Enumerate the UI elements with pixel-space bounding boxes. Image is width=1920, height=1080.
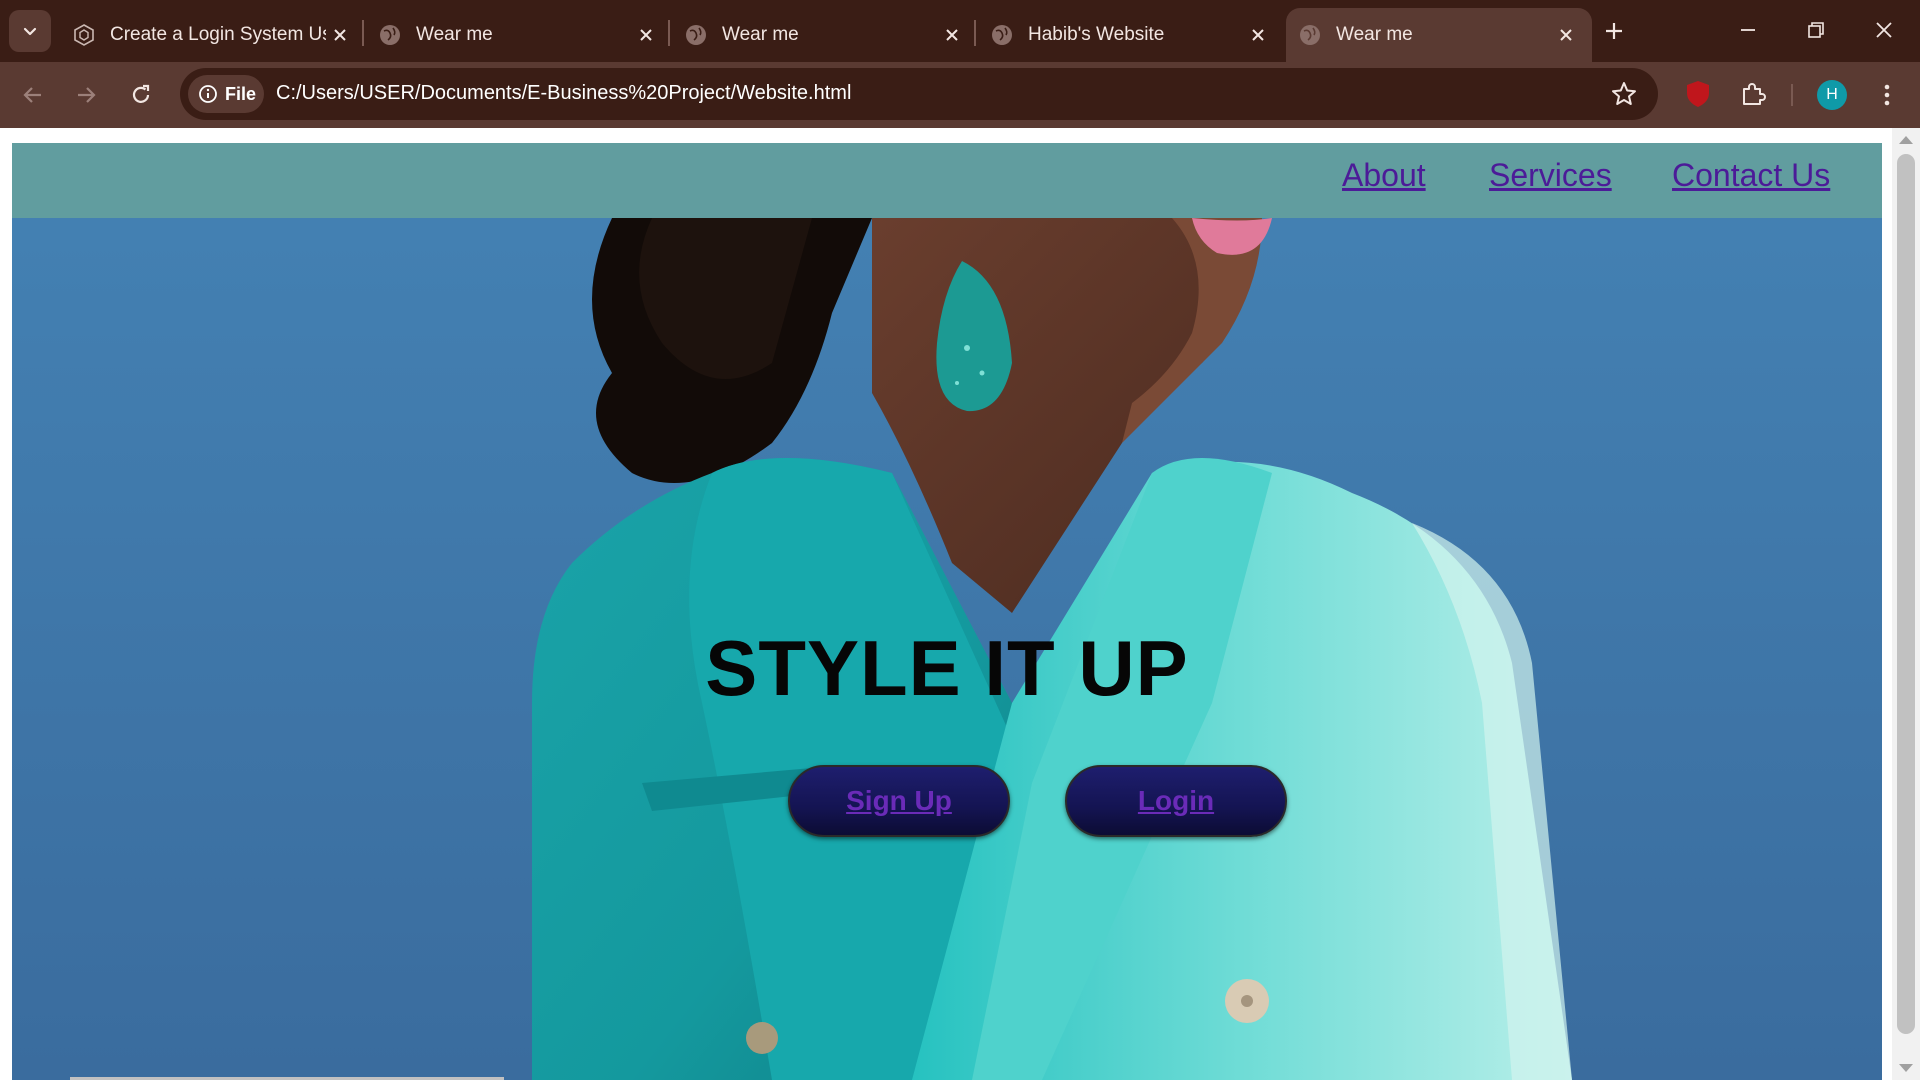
scroll-down-arrow-icon[interactable] (1899, 1064, 1913, 1072)
nav-link-contact-us[interactable]: Contact Us (1672, 157, 1830, 194)
tab-wear-me-active[interactable]: Wear me (1286, 8, 1592, 62)
site-info-chip[interactable]: File (188, 75, 264, 113)
plus-icon (1606, 23, 1622, 39)
scrollbar-thumb[interactable] (1897, 154, 1915, 1034)
close-icon[interactable] (1552, 21, 1580, 49)
arrow-right-icon (78, 87, 96, 103)
hero-section: About Services Contact Us STYLE IT UP Si… (12, 143, 1882, 1080)
puzzle-icon (1743, 83, 1766, 105)
reload-icon (132, 84, 150, 103)
new-tab-button[interactable] (1597, 14, 1631, 48)
reload-button[interactable] (122, 76, 160, 114)
tab-title: Wear me (416, 24, 493, 45)
profile-avatar[interactable]: H (1817, 80, 1847, 110)
globe-icon (380, 25, 400, 45)
hero-title: STYLE IT UP (705, 624, 1189, 712)
kebab-menu-icon (1884, 84, 1890, 106)
close-icon[interactable] (1244, 21, 1272, 49)
restore-button[interactable] (1786, 8, 1846, 52)
globe-icon (992, 25, 1012, 45)
vertical-scrollbar[interactable] (1892, 128, 1920, 1080)
url-text[interactable]: C:/Users/USER/Documents/E-Business%20Pro… (276, 82, 851, 105)
tab-wear-me-1[interactable]: Wear me (366, 8, 672, 62)
globe-icon (1300, 25, 1320, 45)
close-icon[interactable] (632, 21, 660, 49)
tab-search-button[interactable] (9, 10, 51, 52)
scroll-up-arrow-icon[interactable] (1899, 136, 1913, 144)
back-button[interactable] (14, 76, 52, 114)
tab-divider (362, 20, 364, 46)
bookmark-star-icon[interactable] (1610, 80, 1638, 108)
nav-link-about[interactable]: About (1342, 157, 1426, 194)
tab-title: Create a Login System Us (110, 24, 326, 45)
close-icon (1876, 22, 1892, 38)
tab-habibs-website[interactable]: Habib's Website (978, 8, 1284, 62)
sign-up-button[interactable]: Sign Up (788, 765, 1010, 837)
close-icon[interactable] (938, 21, 966, 49)
site-chip-label: File (225, 83, 257, 104)
ublock-extension-button[interactable] (1680, 76, 1716, 112)
browser-viewport: About Services Contact Us STYLE IT UP Si… (0, 128, 1920, 1080)
info-icon (199, 85, 217, 103)
tab-wear-me-2[interactable]: Wear me (672, 8, 978, 62)
minimize-button[interactable] (1718, 8, 1778, 52)
globe-icon (686, 25, 706, 45)
address-bar[interactable]: File C:/Users/USER/Documents/E-Business%… (180, 68, 1658, 120)
login-button[interactable]: Login (1065, 765, 1287, 837)
site-navbar: About Services Contact Us (12, 143, 1882, 218)
tab-divider (668, 20, 670, 46)
forward-button[interactable] (67, 76, 105, 114)
ublock-shield-icon (1687, 81, 1709, 107)
tab-title: Habib's Website (1028, 24, 1165, 45)
tab-login-system[interactable]: Create a Login System Us (60, 8, 366, 62)
tab-title: Wear me (1336, 24, 1413, 45)
tab-strip: Create a Login System Us Wear me Wear me… (0, 0, 1920, 62)
hero-photo (12, 143, 1882, 1080)
minimize-icon (1741, 29, 1755, 31)
extensions-button[interactable] (1735, 76, 1771, 112)
tab-divider (974, 20, 976, 46)
browser-toolbar: File C:/Users/USER/Documents/E-Business%… (0, 62, 1920, 128)
close-icon[interactable] (326, 21, 354, 49)
browser-menu-button[interactable] (1870, 78, 1904, 112)
toolbar-divider (1791, 84, 1793, 106)
arrow-left-icon (23, 87, 41, 103)
chevron-down-icon (23, 27, 37, 36)
tab-title: Wear me (722, 24, 799, 45)
nav-link-services[interactable]: Services (1489, 157, 1612, 194)
close-window-button[interactable] (1854, 8, 1914, 52)
restore-icon (1808, 22, 1824, 38)
web-page: About Services Contact Us STYLE IT UP Si… (12, 143, 1882, 1080)
codepen-icon (74, 24, 94, 46)
